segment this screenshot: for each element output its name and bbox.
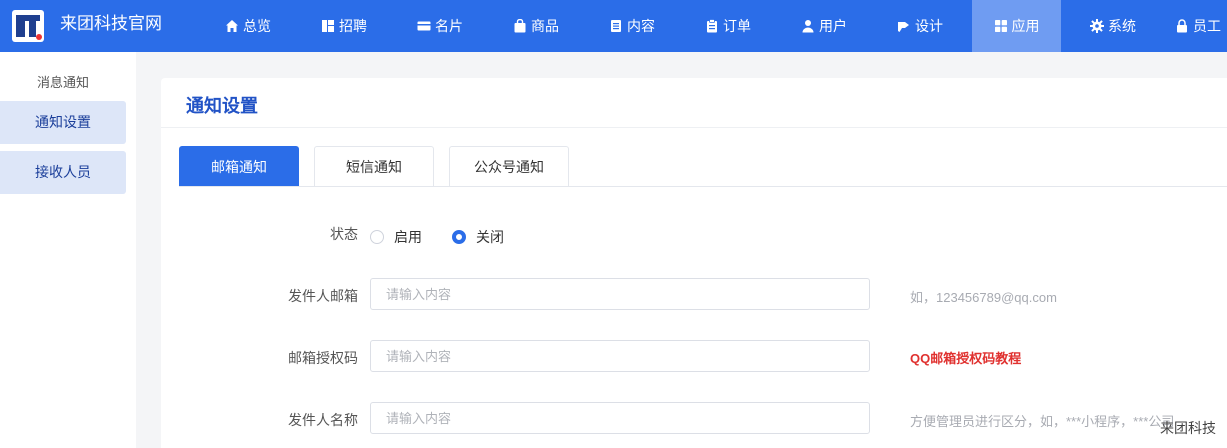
nav-label: 员工 — [1193, 18, 1221, 34]
nav-label: 应用 — [1011, 18, 1040, 34]
tab-sms-notification[interactable]: 短信通知 — [314, 146, 434, 187]
nav-label: 用户 — [819, 18, 847, 34]
home-icon — [225, 19, 239, 33]
apps-icon — [994, 19, 1008, 33]
auth-code-tutorial-link[interactable]: QQ邮箱授权码教程 — [910, 348, 1021, 367]
card-icon — [417, 19, 431, 33]
nav-item-products[interactable]: 商品 — [488, 0, 584, 52]
nav-item-overview[interactable]: 总览 — [200, 0, 296, 52]
nav-item-design[interactable]: 设计 — [872, 0, 968, 52]
sender-name-label: 发件人名称 — [288, 412, 358, 428]
page-title: 通知设置 — [186, 96, 258, 116]
sender-name-hint: 方便管理员进行区分，如，***小程序，***公司 — [910, 414, 1175, 429]
main-panel: 通知设置 邮箱通知 短信通知 公众号通知 状态 启用 关闭 发件人邮箱 如，12… — [161, 78, 1227, 448]
nav-label: 设计 — [915, 18, 943, 34]
status-radio-enable[interactable]: 启用 — [370, 227, 422, 247]
brand-name[interactable]: 来团科技官网 — [60, 0, 162, 52]
status-label: 状态 — [330, 226, 358, 242]
sender-email-input[interactable] — [370, 278, 870, 310]
nav-label: 订单 — [723, 18, 751, 34]
nav-item-orders[interactable]: 订单 — [680, 0, 776, 52]
radio-label: 关闭 — [476, 229, 504, 245]
document-icon — [609, 19, 623, 33]
sidebar-item-recipients[interactable]: 接收人员 — [0, 151, 126, 194]
recruit-icon — [321, 19, 335, 33]
nav-label: 招聘 — [339, 18, 367, 34]
tabs-divider — [179, 186, 1227, 187]
gear-icon — [1090, 19, 1104, 33]
brand-logo[interactable] — [12, 10, 44, 42]
nav-item-system[interactable]: 系统 — [1065, 0, 1161, 52]
tab-official-account-notification[interactable]: 公众号通知 — [449, 146, 569, 187]
main-nav: 总览 招聘 名片 商品 内容 订单 用户 设计 应用 系统 员工 — [200, 0, 1221, 52]
nav-item-recruit[interactable]: 招聘 — [296, 0, 392, 52]
radio-circle — [452, 230, 466, 244]
tab-email-notification[interactable]: 邮箱通知 — [179, 146, 299, 186]
auth-code-label: 邮箱授权码 — [288, 350, 358, 366]
sidebar-title: 消息通知 — [36, 75, 89, 90]
radio-circle — [370, 230, 384, 244]
sidebar: 消息通知 通知设置 接收人员 — [0, 52, 136, 448]
auth-code-input[interactable] — [370, 340, 870, 372]
sender-email-hint: 如，123456789@qq.com — [910, 290, 1057, 305]
nav-label: 名片 — [435, 18, 463, 34]
top-nav-bar: 来团科技官网 总览 招聘 名片 商品 内容 订单 用户 设计 应用 系统 员工 — [0, 0, 1227, 52]
design-icon — [897, 19, 911, 33]
nav-item-apps[interactable]: 应用 — [972, 0, 1061, 52]
lock-icon — [1175, 19, 1189, 33]
nav-item-content[interactable]: 内容 — [584, 0, 680, 52]
clipboard-icon — [705, 19, 719, 33]
nav-label: 商品 — [531, 18, 559, 34]
sender-email-label: 发件人邮箱 — [288, 288, 358, 304]
nav-item-business-card[interactable]: 名片 — [392, 0, 488, 52]
nav-label: 总览 — [243, 18, 271, 34]
nav-item-staff[interactable]: 员工 — [1161, 0, 1221, 52]
status-radio-disable[interactable]: 关闭 — [452, 227, 504, 247]
nav-item-users[interactable]: 用户 — [776, 0, 872, 52]
nav-label: 系统 — [1108, 18, 1136, 34]
divider — [161, 127, 1227, 128]
user-icon — [801, 19, 815, 33]
sidebar-item-notification-settings[interactable]: 通知设置 — [0, 101, 126, 144]
sender-name-input[interactable] — [370, 402, 870, 434]
radio-label: 启用 — [394, 229, 422, 245]
nav-label: 内容 — [627, 18, 655, 34]
bag-icon — [513, 19, 527, 33]
watermark: 来团科技 — [1160, 420, 1216, 436]
